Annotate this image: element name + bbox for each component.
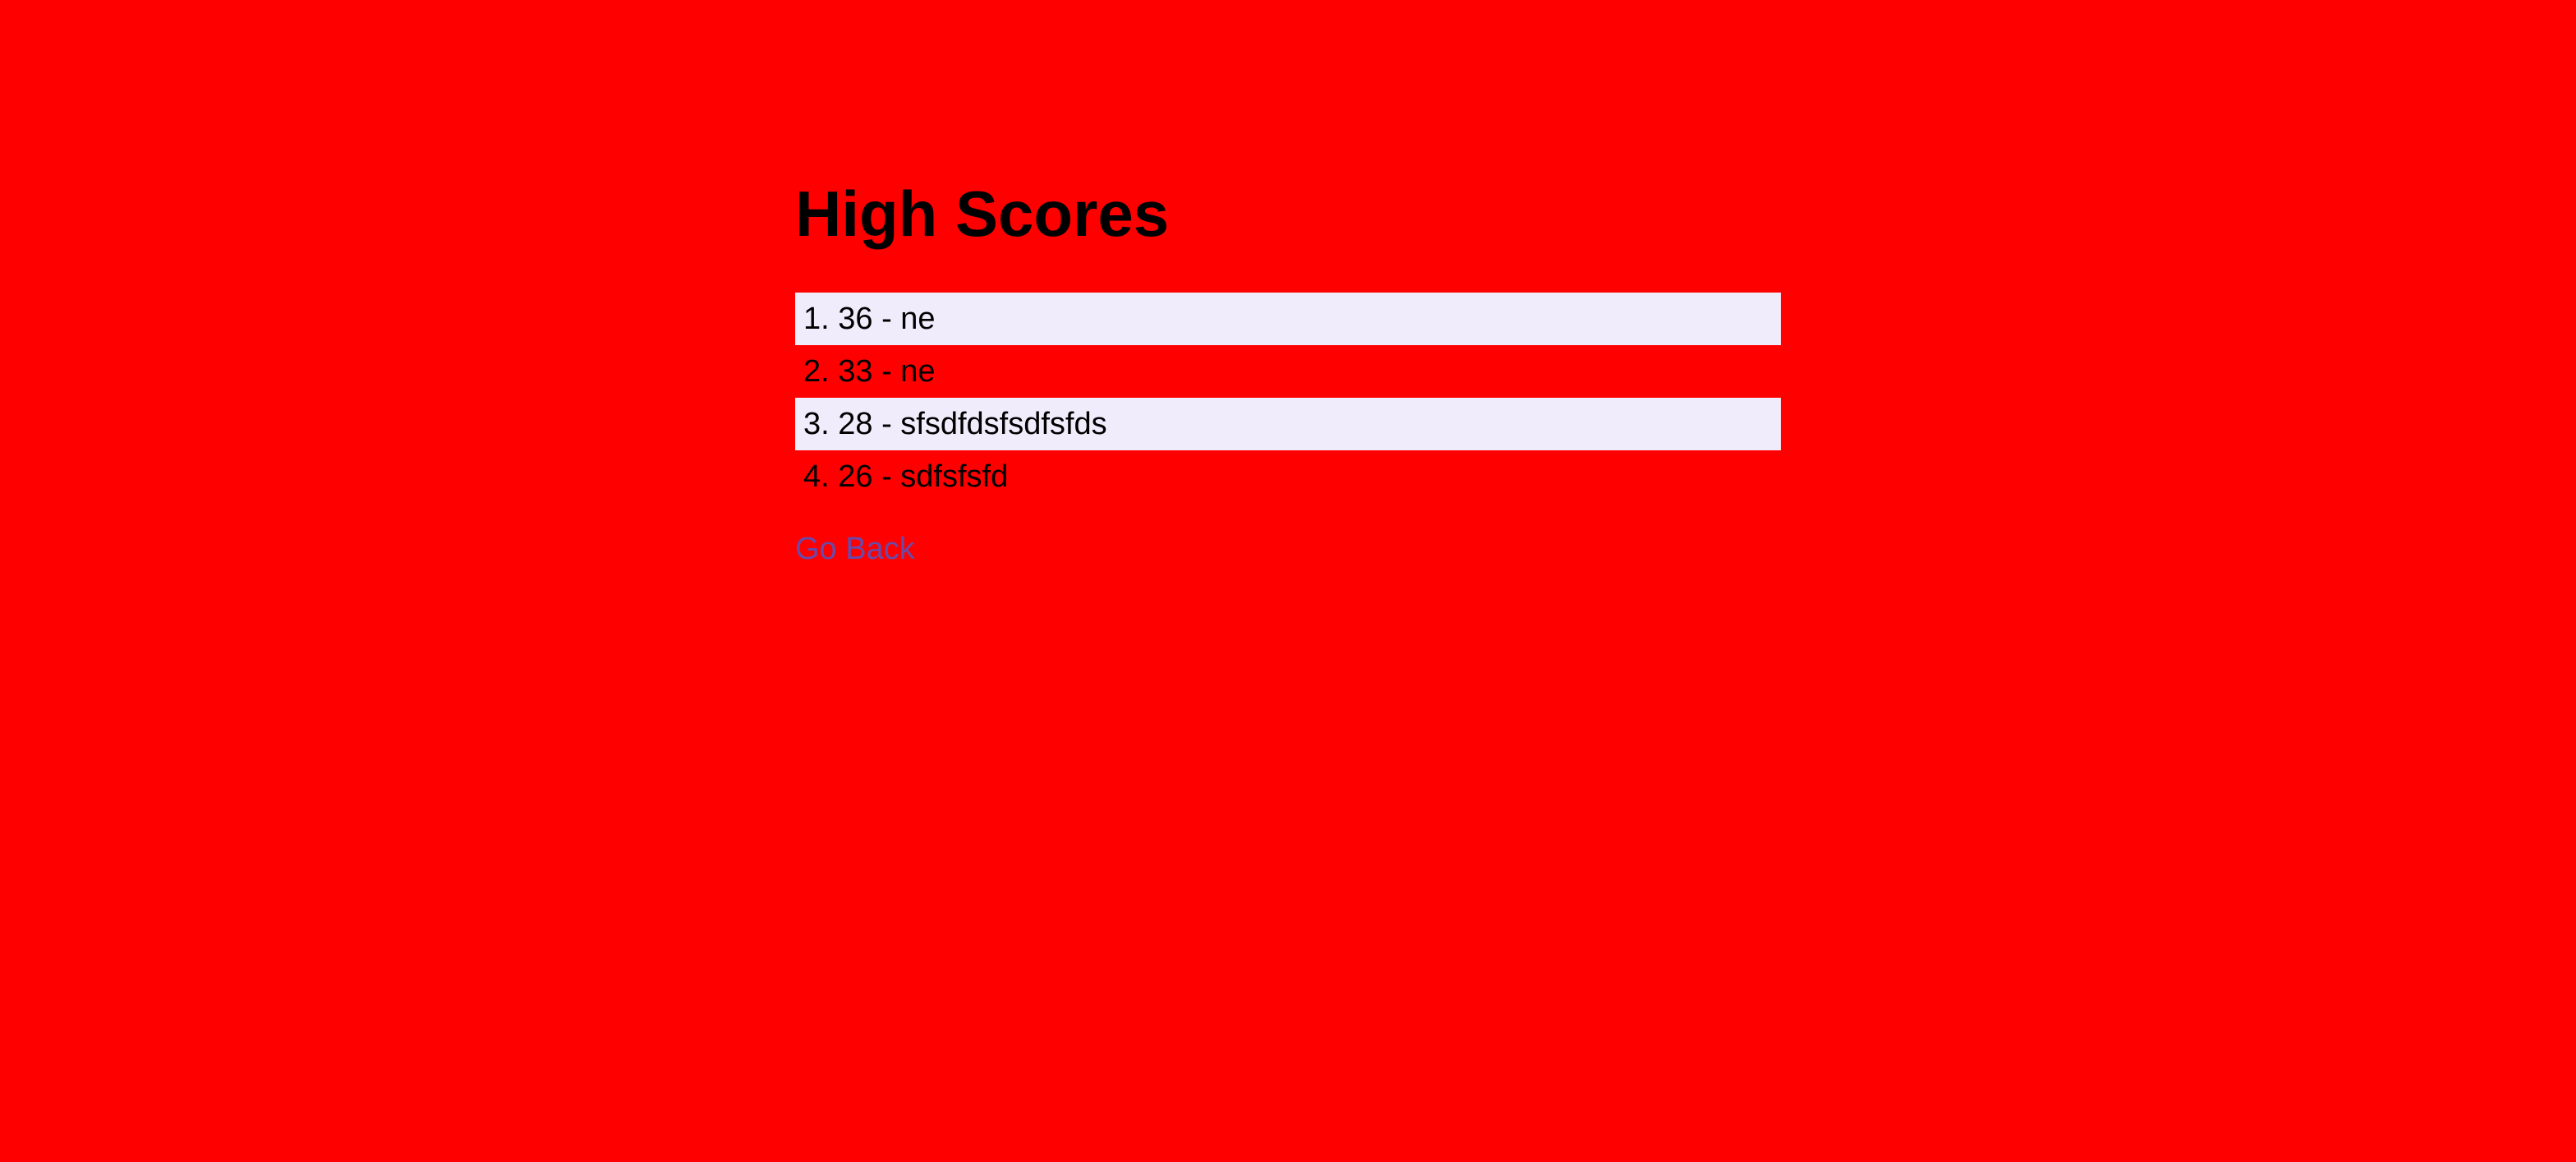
go-back-link[interactable]: Go Back: [795, 524, 915, 574]
page-title: High Scores: [795, 178, 1170, 250]
score-row-1: 1. 36 - ne: [795, 293, 1781, 345]
score-row-3: 3. 28 - sfsdfdsfsdfsfds: [795, 398, 1781, 450]
score-list: 1. 36 - ne 2. 33 - ne 3. 28 - sfsdfdsfsd…: [795, 293, 1781, 503]
score-row-2: 2. 33 - ne: [803, 354, 936, 389]
high-scores-panel: High Scores 1. 36 - ne 2. 33 - ne 3. 28 …: [795, 164, 1781, 574]
score-row-4: 4. 26 - sdfsfsfd: [803, 459, 1009, 494]
